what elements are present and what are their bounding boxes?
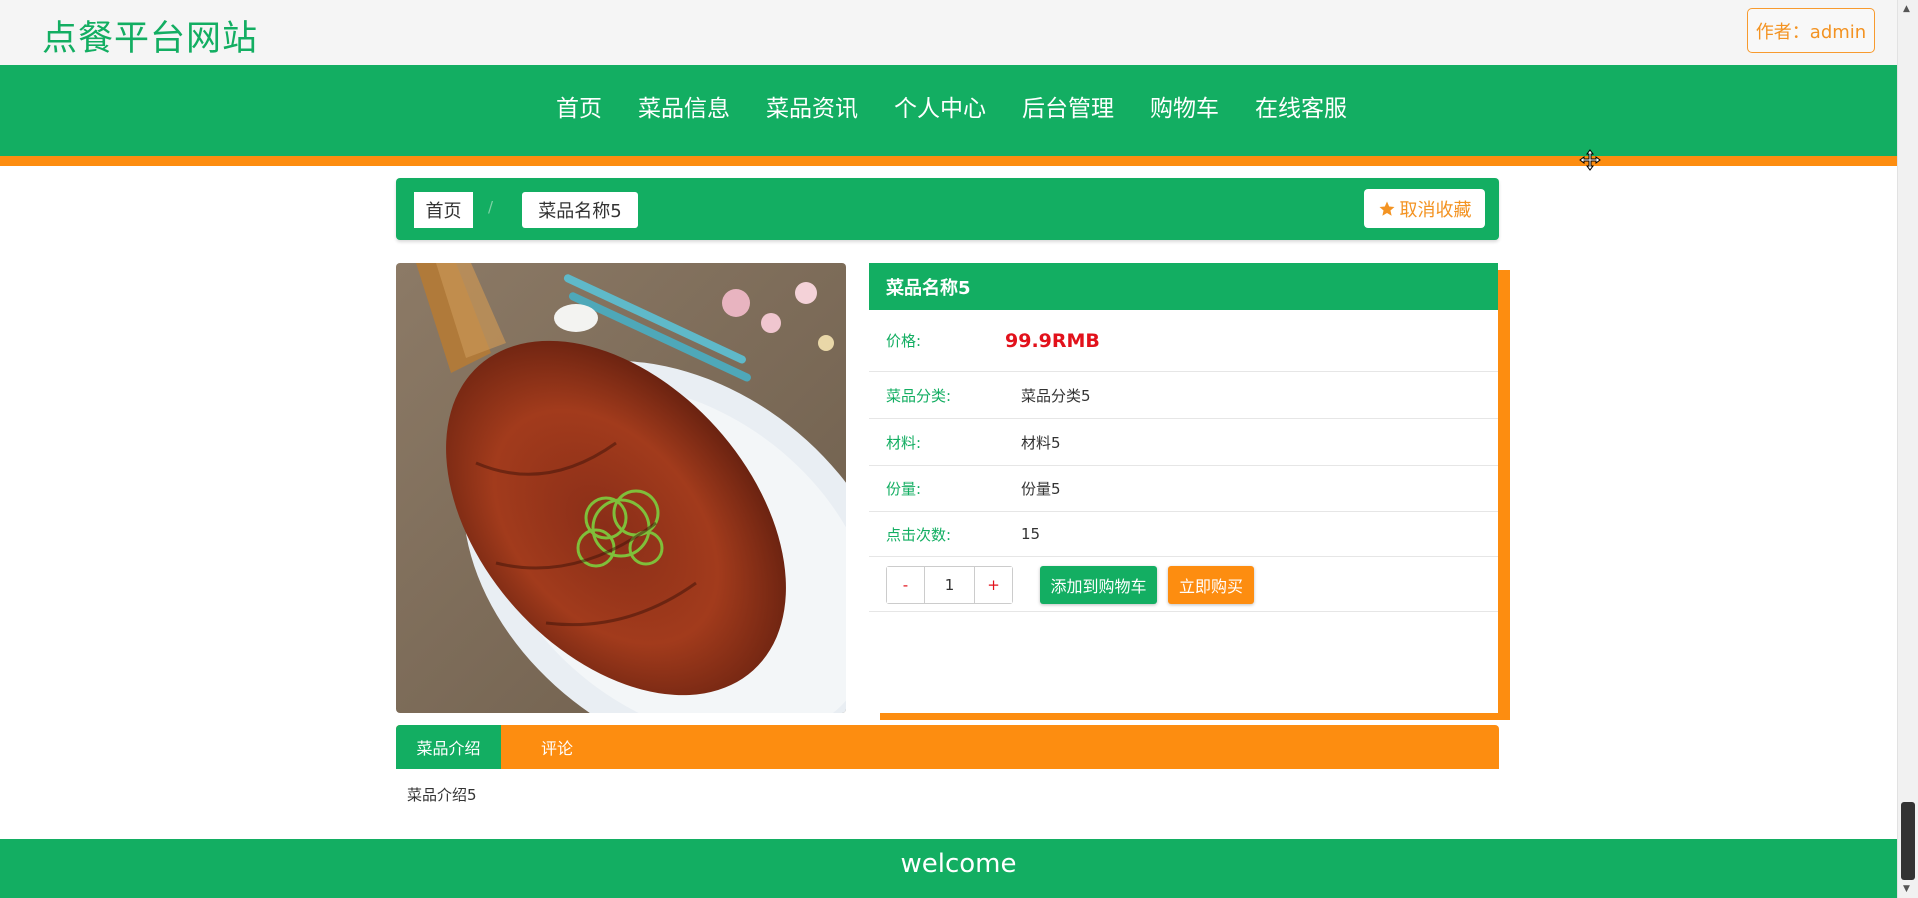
tab-content: 菜品介绍5 (407, 786, 477, 804)
price-label: 价格: (886, 332, 922, 350)
qty-minus-button[interactable]: - (887, 567, 924, 603)
tab-dish-intro[interactable]: 菜品介绍 (396, 725, 501, 769)
scroll-up-icon[interactable]: ▲ (1903, 4, 1913, 14)
material-label: 材料: (886, 433, 922, 452)
category-value: 菜品分类5 (1021, 386, 1091, 405)
nav-item-customer-service[interactable]: 在线客服 (1237, 89, 1365, 123)
move-cursor-icon (1579, 149, 1601, 171)
nav-item-cart[interactable]: 购物车 (1132, 89, 1237, 123)
tab-comments[interactable]: 评论 (541, 725, 573, 769)
price-value: 99.9RMB (1005, 329, 1100, 352)
footer: welcome (0, 839, 1897, 898)
breadcrumb-home[interactable]: 首页 (414, 192, 473, 228)
add-to-cart-button[interactable]: 添加到购物车 (1040, 566, 1157, 604)
nav-item-dish-news[interactable]: 菜品资讯 (748, 89, 876, 123)
site-title: 点餐平台网站 (42, 19, 259, 59)
buy-now-button[interactable]: 立即购买 (1168, 566, 1254, 604)
nav-item-personal-center[interactable]: 个人中心 (876, 89, 1004, 123)
detail-tabs: 菜品介绍 评论 (396, 725, 1499, 769)
nav-stripe (0, 156, 1897, 166)
unfavorite-button[interactable]: 取消收藏 (1364, 189, 1485, 228)
scroll-thumb[interactable] (1901, 802, 1915, 880)
product-info-panel: 菜品名称5 价格: 99.9RMB 菜品分类: 菜品分类5 材料: 材料5 份量… (869, 263, 1498, 713)
nav-item-dish-info[interactable]: 菜品信息 (620, 89, 748, 123)
star-icon (1379, 201, 1394, 216)
top-header: 点餐平台网站 作者：admin (0, 0, 1897, 65)
breadcrumb-current[interactable]: 菜品名称5 (522, 192, 638, 228)
category-label: 菜品分类: (886, 386, 952, 405)
footer-text: welcome (900, 849, 1017, 879)
qty-input[interactable]: 1 (924, 567, 975, 603)
vertical-scrollbar[interactable]: ▲ ▼ (1897, 0, 1918, 898)
nav-item-admin[interactable]: 后台管理 (1004, 89, 1132, 123)
quantity-stepper: - 1 + (886, 566, 1013, 604)
clicks-value: 15 (1021, 525, 1041, 543)
qty-plus-button[interactable]: + (975, 567, 1012, 603)
material-value: 材料5 (1021, 433, 1061, 452)
scroll-down-icon[interactable]: ▼ (1903, 884, 1913, 894)
portion-value: 份量5 (1021, 480, 1061, 498)
unfavorite-label: 取消收藏 (1399, 199, 1472, 221)
breadcrumb: 首页 / 菜品名称5 取消收藏 (396, 178, 1499, 240)
author-button[interactable]: 作者：admin (1747, 8, 1875, 53)
product-image (396, 263, 846, 713)
clicks-label: 点击次数: (886, 525, 952, 544)
product-name: 菜品名称5 (869, 263, 1498, 310)
material-row: 材料: 材料5 (869, 419, 1498, 466)
price-row: 价格: 99.9RMB (869, 310, 1498, 372)
breadcrumb-separator: / (488, 198, 494, 216)
nav-item-home[interactable]: 首页 (538, 89, 620, 123)
nav-items: 首页 菜品信息 菜品资讯 个人中心 后台管理 购物车 在线客服 (538, 89, 1365, 123)
portion-label: 份量: (886, 480, 922, 498)
category-row: 菜品分类: 菜品分类5 (869, 372, 1498, 419)
clicks-row: 点击次数: 15 (869, 512, 1498, 557)
portion-row: 份量: 份量5 (869, 466, 1498, 512)
